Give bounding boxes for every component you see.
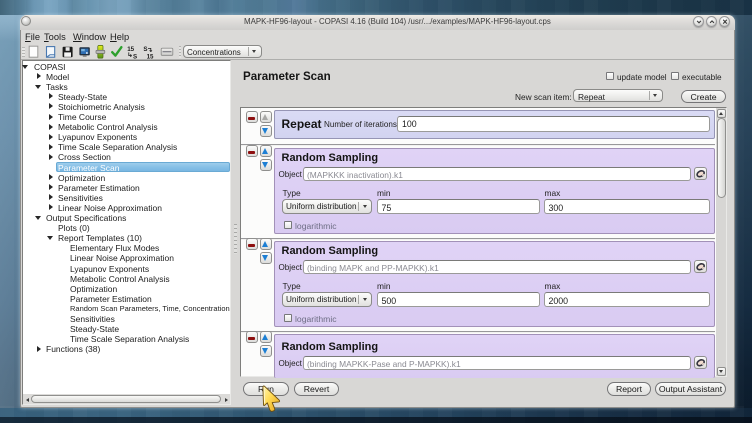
svg-text:S: S	[143, 46, 147, 53]
svg-text:S: S	[133, 53, 137, 60]
svg-text:15: 15	[147, 53, 154, 60]
svg-text:15: 15	[127, 46, 134, 53]
